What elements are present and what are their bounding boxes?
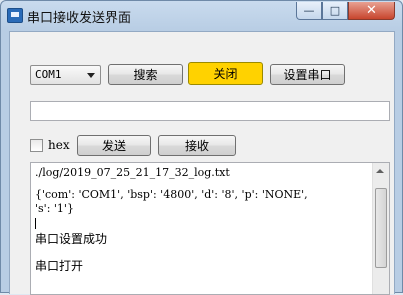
setup-port-button[interactable]: 设置串口 — [270, 64, 345, 85]
log-message: 串口打开 — [35, 259, 84, 273]
minimize-button[interactable]: — — [296, 2, 322, 20]
scroll-up-icon[interactable] — [376, 169, 384, 173]
hex-checkbox[interactable] — [30, 139, 43, 152]
maximize-icon: □ — [329, 4, 341, 17]
title-bar[interactable]: 串口接收发送界面 — □ ✕ — [1, 1, 402, 31]
minimize-icon: — — [303, 4, 315, 17]
window-close-button[interactable]: ✕ — [348, 2, 395, 20]
close-icon: ✕ — [366, 3, 377, 18]
send-button[interactable]: 发送 — [77, 135, 151, 156]
log-line: 's': '1'} — [35, 202, 74, 215]
port-select-value: COM1 — [35, 68, 62, 81]
chevron-down-icon — [87, 73, 95, 78]
client-area: COM1 搜索 关闭 设置串口 hex 发送 接收 ./log/2019_07_… — [9, 31, 395, 295]
maximize-button[interactable]: □ — [322, 2, 348, 20]
hex-label: hex — [48, 138, 70, 152]
text-cursor — [35, 218, 36, 229]
window-title: 串口接收发送界面 — [27, 11, 132, 26]
log-message: 串口设置成功 — [35, 232, 108, 246]
app-window: 串口接收发送界面 — □ ✕ COM1 搜索 关闭 设置串口 hex 发送 接收… — [0, 0, 403, 295]
close-port-button[interactable]: 关闭 — [188, 62, 263, 85]
port-select[interactable]: COM1 — [30, 65, 101, 85]
log-content: ./log/2019_07_25_21_17_32_log.txt {'com'… — [35, 166, 371, 274]
log-line: ./log/2019_07_25_21_17_32_log.txt — [35, 166, 230, 179]
app-window-icon — [7, 8, 23, 23]
receive-button[interactable]: 接收 — [158, 135, 236, 156]
log-output[interactable]: ./log/2019_07_25_21_17_32_log.txt {'com'… — [30, 162, 390, 295]
log-line: {'com': 'COM1', 'bsp': '4800', 'd': '8',… — [35, 188, 308, 201]
send-input[interactable] — [30, 101, 390, 121]
log-scrollbar[interactable] — [372, 163, 389, 294]
search-button[interactable]: 搜索 — [108, 64, 183, 85]
scrollbar-thumb[interactable] — [375, 188, 387, 268]
